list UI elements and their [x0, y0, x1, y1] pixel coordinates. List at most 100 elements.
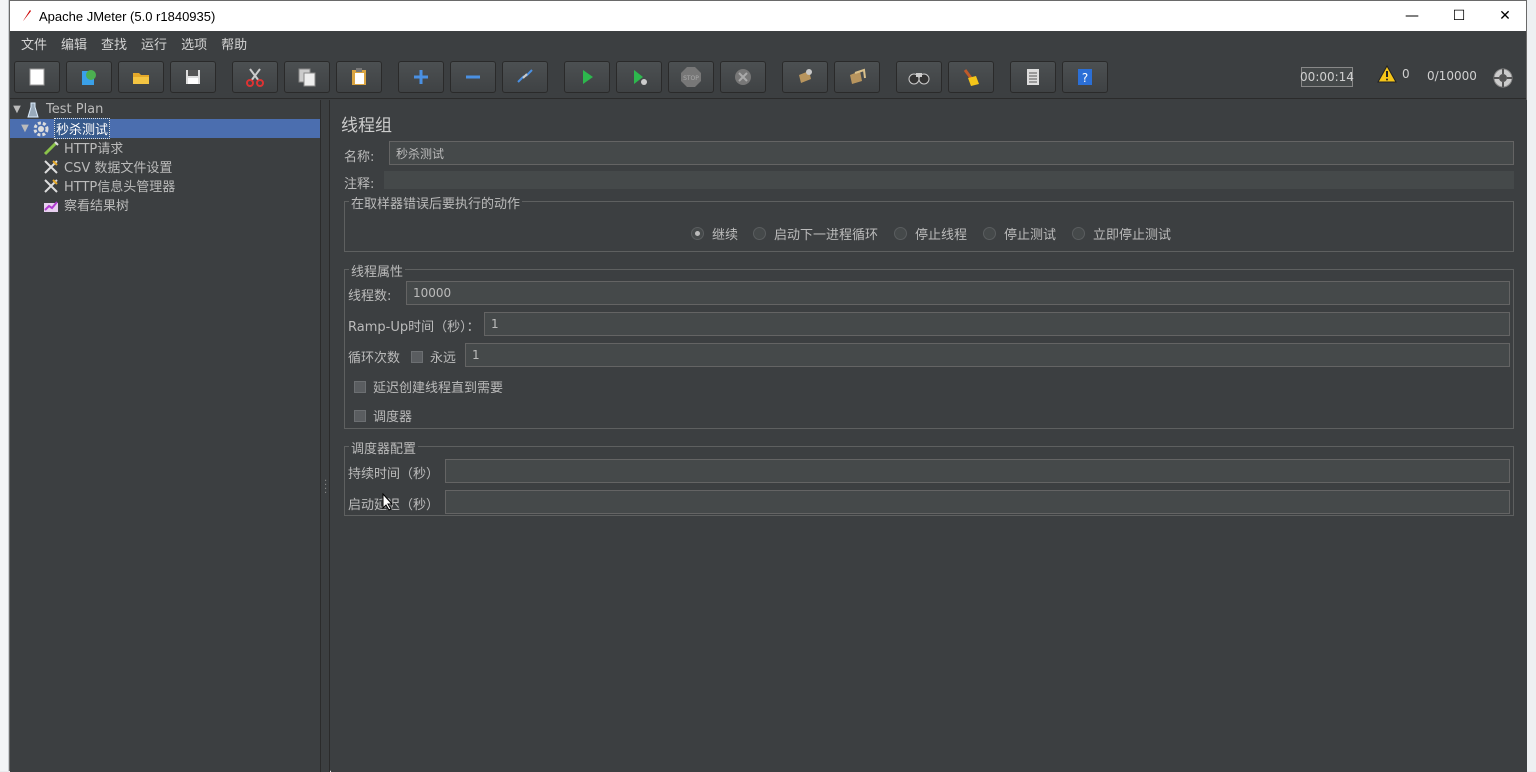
templates-button[interactable]: [66, 61, 112, 93]
background-window-left: [0, 0, 9, 771]
toggle-button[interactable]: [502, 61, 548, 93]
name-input[interactable]: 秒杀测试: [389, 141, 1514, 165]
rampup-input[interactable]: 1: [484, 312, 1510, 336]
listener-graph-icon: [42, 197, 60, 213]
tree-item-view-results[interactable]: 察看结果树: [10, 195, 320, 214]
copy-icon: [298, 68, 316, 87]
menu-search[interactable]: 查找: [94, 34, 134, 53]
duration-input[interactable]: [445, 459, 1510, 483]
scheduler-checkbox[interactable]: 调度器: [354, 406, 412, 425]
open-icon: [133, 73, 149, 84]
sampler-error-action-group: 在取样器错误后要执行的动作 继续 启动下一进程循环 停止线程 停止测试 立即停止…: [344, 193, 1514, 252]
delay-thread-creation-checkbox[interactable]: 延迟创建线程直到需要: [354, 377, 503, 396]
paste-button[interactable]: [336, 61, 382, 93]
group-title: 在取样器错误后要执行的动作: [349, 193, 523, 212]
minimize-button[interactable]: —: [1389, 1, 1435, 31]
tree-item-thread-group[interactable]: ▼ 秒杀测试: [10, 118, 320, 139]
radio-stop-test-now[interactable]: 立即停止测试: [1072, 224, 1171, 243]
start-button[interactable]: [564, 61, 610, 93]
radio-continue[interactable]: 继续: [691, 224, 738, 243]
save-button[interactable]: [170, 61, 216, 93]
radio-label: 停止线程: [915, 228, 968, 243]
maximize-button[interactable]: ☐: [1436, 1, 1482, 31]
start-no-pause-button[interactable]: [616, 61, 662, 93]
radio-start-next-loop[interactable]: 启动下一进程循环: [753, 224, 878, 243]
search-icon: [908, 73, 930, 85]
reset-search-icon: [963, 69, 979, 86]
tree-item-label: 察看结果树: [64, 199, 130, 214]
thread-group-gear-icon: [32, 121, 50, 137]
shutdown-button[interactable]: [720, 61, 766, 93]
mouse-cursor-icon: [382, 493, 394, 511]
reset-search-button[interactable]: [948, 61, 994, 93]
radio-selected-icon: [691, 227, 704, 240]
radio-label: 停止测试: [1004, 228, 1057, 243]
test-plan-tree: ▼ Test Plan ▼ 秒杀测试 HTTP请求 CSV 数据文件设置 HTT…: [10, 100, 320, 772]
comment-label: 注释:: [344, 177, 375, 192]
clear-button[interactable]: [782, 61, 828, 93]
shutdown-icon: [735, 69, 751, 85]
tree-expand-icon[interactable]: ▼: [10, 104, 24, 115]
tree-item-label: 秒杀测试: [54, 118, 111, 139]
radio-label: 启动下一进程循环: [774, 228, 879, 243]
checkbox-icon: [354, 380, 366, 393]
window-title: Apache JMeter (5.0 r1840935): [39, 8, 216, 24]
page-title: 线程组: [341, 116, 392, 136]
help-icon: ?: [1078, 69, 1092, 85]
svg-text:?: ?: [1082, 71, 1088, 85]
menu-run[interactable]: 运行: [134, 34, 174, 53]
new-icon: [29, 68, 45, 86]
loop-count-input[interactable]: 1: [465, 343, 1510, 367]
rampup-label: Ramp-Up时间（秒）：: [348, 320, 480, 335]
tree-item-label: CSV 数据文件设置: [64, 161, 173, 176]
help-button[interactable]: ?: [1062, 61, 1108, 93]
tree-item-csv-config[interactable]: CSV 数据文件设置: [10, 157, 320, 176]
tree-item-http-request[interactable]: HTTP请求: [10, 138, 320, 157]
remote-status-icon: [1493, 68, 1513, 88]
close-button[interactable]: ✕: [1482, 1, 1528, 31]
warning-indicator[interactable]: 0: [1377, 65, 1410, 83]
forever-checkbox[interactable]: 永远: [411, 347, 456, 366]
tree-item-label: HTTP信息头管理器: [64, 180, 176, 195]
search-button[interactable]: [896, 61, 942, 93]
collapse-all-button[interactable]: [450, 61, 496, 93]
startup-delay-input[interactable]: [445, 490, 1510, 514]
clear-all-button[interactable]: [834, 61, 880, 93]
stop-button[interactable]: STOP: [668, 61, 714, 93]
tree-expand-icon[interactable]: ▼: [18, 123, 32, 134]
split-pane-divider[interactable]: · · · ·: [320, 100, 330, 772]
open-button[interactable]: [118, 61, 164, 93]
start-icon: [583, 70, 593, 84]
collapse-icon: [466, 75, 480, 79]
radio-label: 继续: [712, 228, 739, 243]
menu-file[interactable]: 文件: [14, 34, 54, 53]
warning-count: 0: [1402, 67, 1410, 81]
scheduler-config-group: 调度器配置 持续时间（秒） 启动延迟（秒）: [344, 438, 1514, 516]
menu-options[interactable]: 选项: [174, 34, 214, 53]
radio-icon: [1072, 227, 1085, 240]
function-helper-button[interactable]: [1010, 61, 1056, 93]
tree-item-test-plan[interactable]: ▼ Test Plan: [10, 100, 320, 119]
thread-group-panel: 线程组 名称: 秒杀测试 注释: 在取样器错误后要执行的动作 继续 启动下一进程…: [331, 100, 1527, 772]
menu-edit[interactable]: 编辑: [54, 34, 94, 53]
title-bar: Apache JMeter (5.0 r1840935) — ☐ ✕: [10, 1, 1526, 31]
background-window-right: [1526, 0, 1536, 771]
radio-stop-thread[interactable]: 停止线程: [894, 224, 967, 243]
radio-stop-test[interactable]: 停止测试: [983, 224, 1056, 243]
comment-input[interactable]: [384, 171, 1514, 189]
checkbox-label: 永远: [430, 351, 457, 366]
checkbox-label: 延迟创建线程直到需要: [373, 381, 504, 396]
minimize-icon: —: [1405, 8, 1419, 24]
active-threads-count: 0/10000: [1427, 69, 1477, 83]
function-helper-icon: [1027, 69, 1039, 85]
clear-icon: [799, 69, 812, 83]
sampler-pen-icon: [42, 140, 60, 156]
menu-help[interactable]: 帮助: [214, 34, 254, 53]
new-button[interactable]: [14, 61, 60, 93]
expand-all-button[interactable]: [398, 61, 444, 93]
tree-item-label: HTTP请求: [64, 142, 124, 157]
tree-item-header-manager[interactable]: HTTP信息头管理器: [10, 176, 320, 195]
copy-button[interactable]: [284, 61, 330, 93]
cut-button[interactable]: [232, 61, 278, 93]
thread-count-input[interactable]: 10000: [406, 281, 1510, 305]
